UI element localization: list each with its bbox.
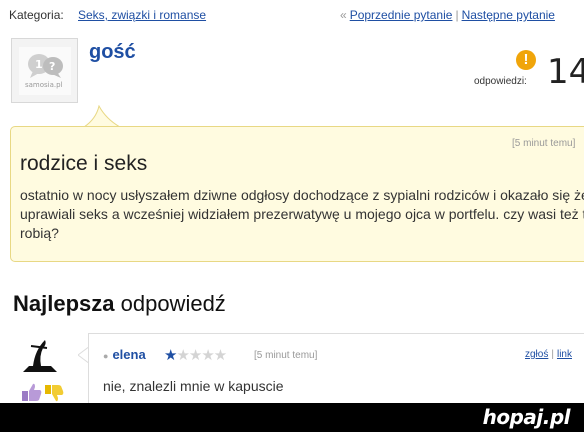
watermark-bar: hopaj.pl bbox=[0, 403, 584, 432]
answerer-name[interactable]: ● elena bbox=[103, 347, 146, 362]
best-answer-heading-bold: Najlepsza bbox=[13, 291, 115, 316]
answers-label: odpowiedzi: bbox=[474, 76, 527, 87]
permalink-link[interactable]: link bbox=[557, 349, 572, 360]
next-question-link[interactable]: Następne pytanie bbox=[462, 8, 555, 22]
question-body: ostatnio w nocy usłyszałem dziwne odgłos… bbox=[20, 187, 584, 241]
links-separator: | bbox=[551, 349, 554, 360]
answer-rating: ★★★★★ bbox=[164, 346, 227, 364]
previous-question-link[interactable]: Poprzednie pytanie bbox=[350, 8, 453, 22]
status-dot-icon: ● bbox=[103, 351, 109, 361]
category-link[interactable]: Seks, związki i romanse bbox=[78, 8, 206, 22]
thumbs-vote-icon[interactable] bbox=[20, 381, 64, 403]
category-label: Kategoria: bbox=[9, 8, 64, 22]
question-mark-icon: ! bbox=[516, 50, 536, 70]
star-empty-icon: ★★★★ bbox=[176, 347, 227, 364]
report-link[interactable]: zgłoś bbox=[525, 349, 548, 360]
top-bar: Kategoria: Seks, związki i romanse «Popr… bbox=[0, 6, 584, 26]
watermark-logo: hopaj.pl bbox=[482, 405, 571, 429]
question-title: rodzice i seks bbox=[20, 152, 148, 175]
avatar-caption: samosia.pl bbox=[25, 81, 63, 89]
nav-separator: | bbox=[455, 8, 459, 22]
star-filled-icon: ★ bbox=[164, 347, 177, 364]
question-time: [5 minut temu] bbox=[512, 138, 576, 149]
best-answer-heading: Najlepsza odpowiedź bbox=[13, 291, 226, 317]
chevron-left-icon: « bbox=[340, 8, 347, 22]
answer-body: nie, znalezli mnie w kapuscie bbox=[103, 378, 284, 394]
answer-card bbox=[88, 333, 584, 405]
svg-text:1: 1 bbox=[35, 58, 43, 71]
question-navigation: «Poprzednie pytanie | Następne pytanie bbox=[340, 8, 555, 22]
answerer-name-text: elena bbox=[112, 347, 146, 362]
answer-links: zgłoś | link bbox=[525, 349, 572, 360]
asker-avatar[interactable]: 1 ? samosia.pl bbox=[11, 38, 78, 103]
asker-name[interactable]: gość bbox=[89, 41, 136, 64]
best-answer-heading-rest: odpowiedź bbox=[114, 291, 226, 316]
answerer-avatar[interactable] bbox=[17, 334, 63, 376]
svg-text:?: ? bbox=[49, 60, 55, 73]
answers-count: 14 bbox=[547, 52, 584, 92]
answer-time: [5 minut temu] bbox=[254, 350, 318, 361]
